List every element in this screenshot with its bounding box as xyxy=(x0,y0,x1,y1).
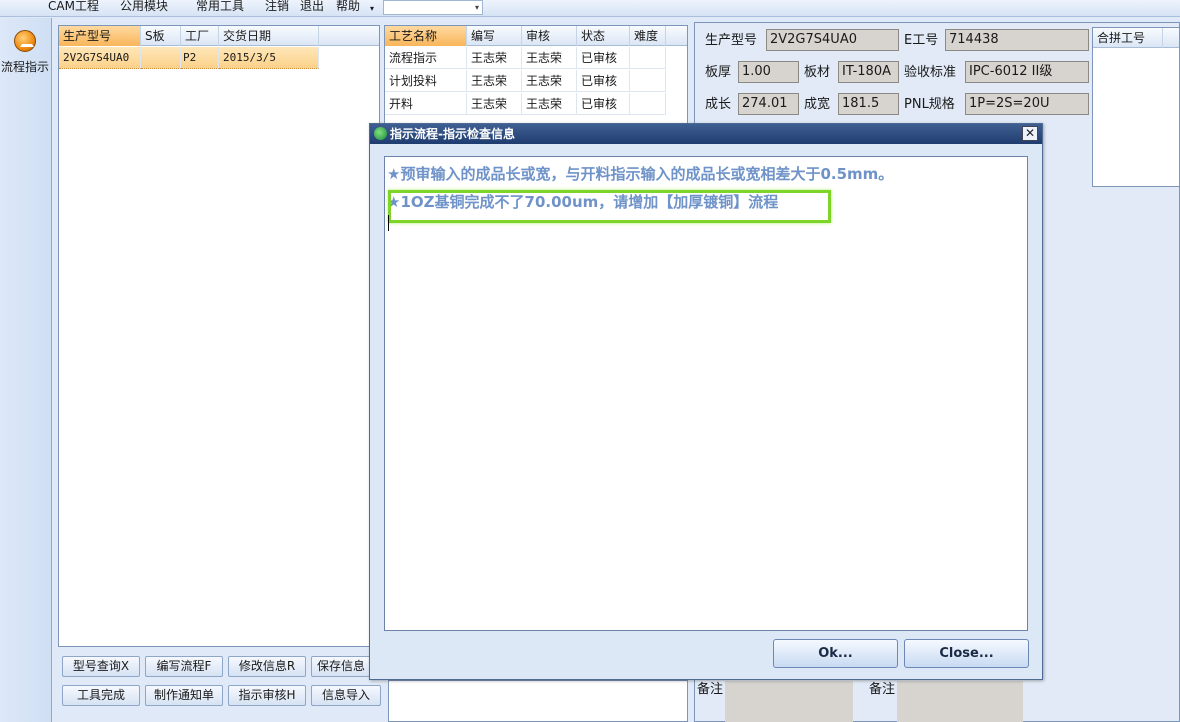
text-caret xyxy=(388,215,389,231)
process-instruction-button[interactable]: 流程指示 xyxy=(0,26,50,80)
cell-writer: 王志荣 xyxy=(467,93,522,115)
eno-label: E工号 xyxy=(904,33,939,48)
combo-chevron-down-icon[interactable]: ▾ xyxy=(475,3,479,12)
tool-complete-button[interactable]: 工具完成 xyxy=(62,685,140,706)
cell-status: 已审核 xyxy=(577,70,630,92)
col-factory[interactable]: 工厂 xyxy=(181,26,219,46)
message-textarea[interactable]: ★预审输入的成品长或宽，与开料指示输入的成品长或宽相差大于0.5mm。 ★1OZ… xyxy=(384,156,1028,631)
cell-writer: 王志荣 xyxy=(467,47,522,69)
cell-delivery: 2015/3/5 xyxy=(219,47,319,69)
process-grid-header: 工艺名称 编写 审核 状态 难度 xyxy=(385,26,687,46)
process-detail-panel xyxy=(388,680,688,722)
save-info-button[interactable]: 保存信息 xyxy=(311,656,371,677)
info-import-button[interactable]: 信息导入 xyxy=(311,685,381,706)
standard-field[interactable]: IPC-6012 II级 xyxy=(965,61,1089,83)
ok-button[interactable]: Ok... xyxy=(773,639,898,668)
eno-field[interactable]: 714438 xyxy=(945,29,1089,51)
thickness-field[interactable]: 1.00 xyxy=(738,61,799,83)
thickness-label: 板厚 xyxy=(705,65,732,80)
menu-exit[interactable]: 退出 xyxy=(300,0,324,13)
cell-reviewer: 王志荣 xyxy=(522,47,577,69)
help-chevron-down-icon[interactable]: ▾ xyxy=(370,2,374,15)
cell-factory: P2 xyxy=(181,47,219,69)
left-nav: 流程指示 xyxy=(0,18,52,722)
menu-combo-box[interactable]: ▾ xyxy=(383,0,483,15)
table-row[interactable]: 开料 王志荣 王志荣 已审核 xyxy=(385,93,667,115)
cell-model: 2V2G7S4UA0 xyxy=(59,47,141,69)
col-difficulty[interactable]: 难度 xyxy=(630,26,666,46)
cell-process-name: 计划投料 xyxy=(385,70,467,92)
highlight-box xyxy=(388,190,831,223)
cell-status: 已审核 xyxy=(577,93,630,115)
dialog-title: 指示流程-指示检查信息 xyxy=(390,127,515,141)
menu-public-module[interactable]: 公用模块 xyxy=(120,0,168,13)
model-label: 生产型号 xyxy=(705,33,758,48)
menu-help[interactable]: 帮助 xyxy=(336,0,360,13)
menu-logout[interactable]: 注销 xyxy=(265,0,289,13)
dialog-title-bar[interactable]: 指示流程-指示检查信息 xyxy=(370,124,1042,144)
instruction-review-button[interactable]: 指示审核H xyxy=(228,685,306,706)
process-instruction-label: 流程指示 xyxy=(0,60,49,74)
note-field-left[interactable] xyxy=(725,681,853,722)
table-row[interactable]: 流程指示 王志荣 王志荣 已审核 xyxy=(385,47,667,69)
app-logo-icon xyxy=(374,127,387,140)
cell-s-board xyxy=(141,47,181,69)
cell-difficulty xyxy=(630,70,666,92)
standard-label: 验收标准 xyxy=(904,65,957,80)
menu-cam-project[interactable]: CAM工程 xyxy=(48,0,99,13)
width-field[interactable]: 181.5 xyxy=(838,93,899,115)
col-s-board[interactable]: S板 xyxy=(141,26,181,46)
modify-info-button[interactable]: 修改信息R xyxy=(228,656,306,677)
model-field[interactable]: 2V2G7S4UA0 xyxy=(766,29,899,51)
note-label-2: 备注 xyxy=(868,682,895,697)
pnl-label: PNL规格 xyxy=(904,97,955,112)
note-label-right: 备注 xyxy=(867,681,897,722)
cell-process-name: 开料 xyxy=(385,93,467,115)
close-button[interactable]: Close... xyxy=(904,639,1029,668)
close-icon[interactable]: ✕ xyxy=(1022,126,1038,141)
menu-bar: CAM工程 公用模块 常用工具 注销 退出 帮助 ▾ ▾ xyxy=(0,0,1180,17)
col-reviewer[interactable]: 审核 xyxy=(522,26,577,46)
table-row[interactable]: 2V2G7S4UA0 P2 2015/3/5 xyxy=(59,47,319,69)
cell-difficulty xyxy=(630,47,666,69)
pnl-field[interactable]: 1P=2S=20U xyxy=(965,93,1089,115)
model-grid: 生产型号 S板 工厂 交货日期 2V2G7S4UA0 P2 2015/3/5 xyxy=(58,25,380,647)
material-label: 板材 xyxy=(804,65,831,80)
cell-reviewer: 王志荣 xyxy=(522,70,577,92)
menu-common-tools[interactable]: 常用工具 xyxy=(196,0,244,13)
make-notice-button[interactable]: 制作通知单 xyxy=(145,685,223,706)
note-label-1: 备注 xyxy=(696,682,723,697)
process-grid: 工艺名称 编写 审核 状态 难度 流程指示 王志荣 王志荣 已审核 计划投料 王… xyxy=(384,25,688,125)
col-merge-eno[interactable]: 合拼工号 xyxy=(1093,28,1163,48)
process-icon xyxy=(14,30,36,52)
material-field[interactable]: IT-180A xyxy=(838,61,899,83)
write-process-button[interactable]: 编写流程F xyxy=(145,656,223,677)
cell-status: 已审核 xyxy=(577,47,630,69)
cell-writer: 王志荣 xyxy=(467,70,522,92)
model-grid-header: 生产型号 S板 工厂 交货日期 xyxy=(59,26,379,46)
col-writer[interactable]: 编写 xyxy=(467,26,522,46)
cell-reviewer: 王志荣 xyxy=(522,93,577,115)
col-model[interactable]: 生产型号 xyxy=(59,26,141,46)
merge-grid-header: 合拼工号 xyxy=(1093,28,1179,48)
width-label: 成宽 xyxy=(804,97,831,112)
message-line-1: ★预审输入的成品长或宽，与开料指示输入的成品长或宽相差大于0.5mm。 xyxy=(387,165,894,183)
length-field[interactable]: 274.01 xyxy=(738,93,799,115)
note-field-right[interactable] xyxy=(897,681,1023,722)
cell-difficulty xyxy=(630,93,666,115)
model-query-button[interactable]: 型号查询X xyxy=(62,656,140,677)
check-info-dialog: 指示流程-指示检查信息 ✕ ★预审输入的成品长或宽，与开料指示输入的成品长或宽相… xyxy=(369,123,1043,680)
col-status[interactable]: 状态 xyxy=(577,26,630,46)
merge-grid: 合拼工号 xyxy=(1092,27,1180,187)
col-delivery[interactable]: 交货日期 xyxy=(219,26,319,46)
note-label-left: 备注 xyxy=(695,681,725,722)
length-label: 成长 xyxy=(705,97,732,112)
cell-process-name: 流程指示 xyxy=(385,47,467,69)
col-process-name[interactable]: 工艺名称 xyxy=(385,26,467,46)
table-row[interactable]: 计划投料 王志荣 王志荣 已审核 xyxy=(385,70,667,92)
